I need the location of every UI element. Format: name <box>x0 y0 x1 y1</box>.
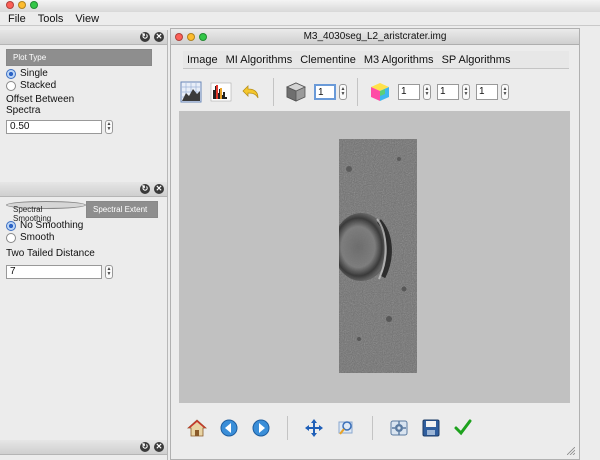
image-toolbar: 1 ▲ ▼ 1 ▲ ▼ 1 ▲ ▼ 1 ▲ ▼ <box>179 75 573 109</box>
radio-stacked-label: Stacked <box>20 80 57 91</box>
radio-smooth[interactable] <box>6 232 16 243</box>
distance-spinbox: 7 ▲ ▼ <box>6 265 167 279</box>
menu-view[interactable]: View <box>75 13 99 25</box>
panel-header: ↻ ✕ <box>0 182 167 197</box>
plot-type-tabbar: Plot Type <box>6 49 167 66</box>
band-stepper[interactable]: ▲ ▼ <box>339 84 347 100</box>
distance-stepper[interactable]: ▲ ▼ <box>105 265 113 279</box>
offset-label: Offset Between Spectra <box>6 94 167 116</box>
resize-grip-icon[interactable] <box>567 447 575 455</box>
undo-icon[interactable] <box>239 80 263 104</box>
radio-no-smoothing-row[interactable]: No Smoothing <box>6 220 167 231</box>
forward-icon[interactable] <box>249 416 273 440</box>
float-panel-icon[interactable]: ↻ <box>140 184 150 194</box>
histogram-icon[interactable] <box>209 80 233 104</box>
tab-spectral-extent[interactable]: Spectral Extent <box>86 201 158 218</box>
lunar-image[interactable] <box>339 139 417 373</box>
float-panel-icon[interactable]: ↻ <box>140 442 150 452</box>
radio-single[interactable] <box>6 68 16 79</box>
cube-icon[interactable] <box>284 80 308 104</box>
panel-header: ↻ ✕ <box>0 30 167 45</box>
zoom-icon[interactable] <box>334 416 358 440</box>
menu-file[interactable]: File <box>8 13 26 25</box>
home-icon[interactable] <box>185 416 209 440</box>
back-icon[interactable] <box>217 416 241 440</box>
red-band-input[interactable]: 1 <box>398 84 420 100</box>
close-panel-icon[interactable]: ✕ <box>154 32 164 42</box>
collapsed-panel: ↻ ✕ <box>0 440 168 460</box>
menu-image[interactable]: Image <box>187 54 218 66</box>
smoothing-tabbar: Spectral Smoothing Spectral Extent <box>6 201 167 223</box>
image-window-menubar: Image MI Algorithms Clementine M3 Algori… <box>183 51 569 69</box>
image-window-title: M3_4030seg_L2_aristcrater.img <box>303 31 447 42</box>
distance-label: Two Tailed Distance <box>6 248 95 259</box>
radio-stacked[interactable] <box>6 80 16 91</box>
image-window-controls <box>175 33 207 41</box>
zoom-image-window-button[interactable] <box>199 33 207 41</box>
band-spinbox: 1 ▲ ▼ <box>314 84 347 100</box>
menu-m3-algorithms[interactable]: M3 Algorithms <box>364 54 434 66</box>
window-controls <box>6 1 38 9</box>
blue-band-stepper[interactable]: ▲ ▼ <box>501 84 509 100</box>
close-panel-icon[interactable]: ✕ <box>154 442 164 452</box>
check-icon[interactable] <box>451 416 475 440</box>
tab-plot-type[interactable]: Plot Type <box>6 49 152 66</box>
color-cube-icon[interactable] <box>368 80 392 104</box>
image-stats-icon[interactable] <box>179 80 203 104</box>
menu-tools[interactable]: Tools <box>38 13 64 25</box>
image-viewer[interactable] <box>179 111 570 403</box>
minimize-window-button[interactable] <box>18 1 26 9</box>
menu-mi-algorithms[interactable]: MI Algorithms <box>226 54 293 66</box>
radio-no-smoothing-label: No Smoothing <box>20 220 84 231</box>
toolbar-separator <box>287 416 288 440</box>
green-band-stepper[interactable]: ▲ ▼ <box>462 84 470 100</box>
red-band-stepper[interactable]: ▲ ▼ <box>423 84 431 100</box>
save-icon[interactable] <box>419 416 443 440</box>
app-menubar: File Tools View <box>0 12 600 26</box>
minimize-image-window-button[interactable] <box>187 33 195 41</box>
navigation-toolbar <box>179 413 573 443</box>
toolbar-separator <box>357 78 358 106</box>
radio-single-label: Single <box>20 68 48 79</box>
radio-single-row[interactable]: Single <box>6 68 167 79</box>
app-titlebar <box>0 0 600 12</box>
tab-spectral-smoothing[interactable]: Spectral Smoothing <box>6 201 86 223</box>
plot-type-panel: ↻ ✕ Plot Type Single Stacked Offset Betw… <box>0 30 168 182</box>
offset-label-line2: Spectra <box>6 105 41 116</box>
close-image-window-button[interactable] <box>175 33 183 41</box>
red-band-spinbox: 1 ▲ ▼ <box>398 84 431 100</box>
offset-stepper[interactable]: ▲ ▼ <box>105 120 113 134</box>
settings-icon[interactable] <box>387 416 411 440</box>
offset-input[interactable]: 0.50 <box>6 120 102 134</box>
toolbar-separator <box>273 78 274 106</box>
green-band-spinbox: 1 ▲ ▼ <box>437 84 470 100</box>
band-input[interactable]: 1 <box>314 84 336 100</box>
close-panel-icon[interactable]: ✕ <box>154 184 164 194</box>
offset-label-line1: Offset Between <box>6 94 75 105</box>
zoom-window-button[interactable] <box>30 1 38 9</box>
spectral-smoothing-panel: ↻ ✕ Spectral Smoothing Spectral Extent N… <box>0 182 168 440</box>
offset-spinbox: 0.50 ▲ ▼ <box>6 120 167 134</box>
float-panel-icon[interactable]: ↻ <box>140 32 150 42</box>
radio-smooth-label: Smooth <box>20 232 55 243</box>
toolbar-separator <box>372 416 373 440</box>
image-window: M3_4030seg_L2_aristcrater.img Image MI A… <box>170 28 580 460</box>
blue-band-input[interactable]: 1 <box>476 84 498 100</box>
radio-no-smoothing[interactable] <box>6 220 16 231</box>
radio-smooth-row[interactable]: Smooth <box>6 232 167 243</box>
panel-header: ↻ ✕ <box>0 440 167 455</box>
close-window-button[interactable] <box>6 1 14 9</box>
blue-band-spinbox: 1 ▲ ▼ <box>476 84 509 100</box>
radio-stacked-row[interactable]: Stacked <box>6 80 167 91</box>
pan-icon[interactable] <box>302 416 326 440</box>
distance-input[interactable]: 7 <box>6 265 102 279</box>
menu-clementine[interactable]: Clementine <box>300 54 356 66</box>
green-band-input[interactable]: 1 <box>437 84 459 100</box>
menu-sp-algorithms[interactable]: SP Algorithms <box>442 54 511 66</box>
image-window-titlebar: M3_4030seg_L2_aristcrater.img <box>171 29 579 45</box>
